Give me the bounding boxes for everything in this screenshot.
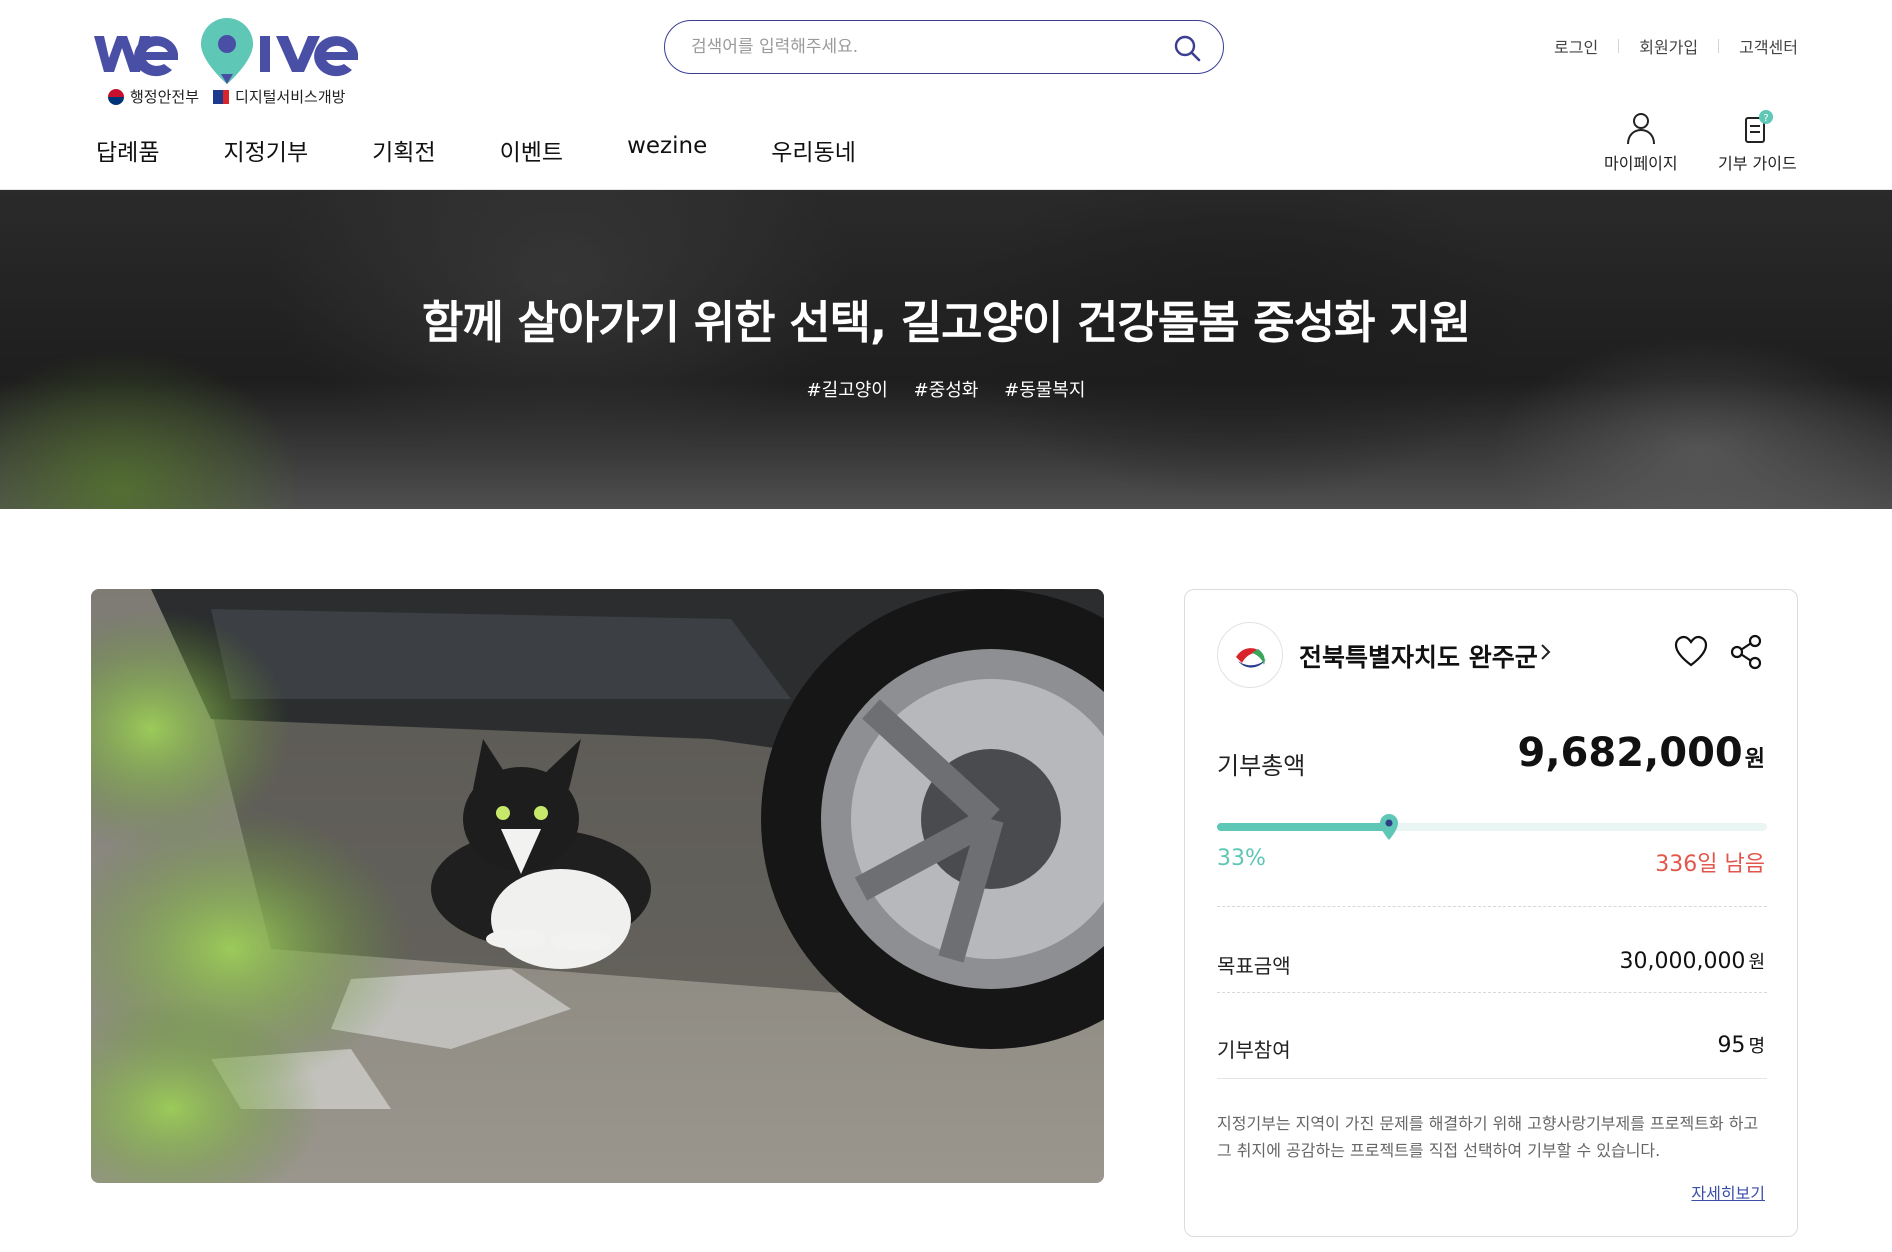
hero-tags: #길고양이 #중성화 #동물복지 [0, 376, 1892, 402]
goal-amount-number: 30,000,000 [1619, 949, 1746, 974]
customer-center-link[interactable]: 고객센터 [1719, 34, 1798, 58]
card-divider [1217, 992, 1767, 993]
progress-percent: 33% [1217, 846, 1266, 871]
total-amount-value: 9,682,000원 [1518, 730, 1765, 776]
total-amount-unit: 원 [1744, 747, 1765, 772]
participants-label: 기부참여 [1217, 1038, 1291, 1062]
mypage-button[interactable]: 마이페이지 [1604, 110, 1678, 174]
cat-under-car-illustration [91, 589, 1104, 1183]
logo-subline: 행정안전부 디지털서비스개방 [108, 86, 345, 107]
heart-icon[interactable] [1673, 634, 1709, 668]
main-nav: 답례품 지정기부 기획전 이벤트 wezine 우리동네 [96, 133, 920, 167]
service-label: 디지털서비스개방 [235, 88, 346, 106]
wanju-emblem-icon [1236, 648, 1266, 668]
nav-item-exhibition[interactable]: 기획전 [372, 133, 435, 167]
digital-service-icon [213, 89, 230, 104]
goal-amount-value: 30,000,000 원 [1619, 948, 1765, 974]
goal-amount-label: 목표금액 [1217, 954, 1291, 978]
gov-label: 행정안전부 [130, 88, 200, 106]
total-amount-label: 기부총액 [1217, 752, 1306, 780]
signup-link[interactable]: 회원가입 [1619, 34, 1718, 58]
days-remaining: 336일 남음 [1655, 852, 1765, 877]
taegeuk-icon [108, 88, 124, 105]
guide-label: 기부 가이드 [1718, 154, 1797, 173]
hero-banner: 함께 살아가기 위한 선택, 길고양이 건강돌봄 중성화 지원 #길고양이 #중… [0, 190, 1892, 509]
participants-number: 95 [1717, 1033, 1746, 1058]
card-divider [1217, 1078, 1767, 1079]
user-icon [1626, 113, 1655, 145]
hero-title: 함께 살아가기 위한 선택, 길고양이 건강돌봄 중성화 지원 [422, 296, 1471, 349]
progress-fill [1217, 823, 1389, 831]
hashtag[interactable]: #길고양이 [807, 380, 888, 401]
participants-value: 95 명 [1717, 1032, 1765, 1058]
utility-links: 로그인 회원가입 고객센터 [1534, 34, 1798, 58]
donation-summary-card: 전북특별자치도 완주군 기부총액 9,682,000원 33% 336일 남음 … [1184, 589, 1798, 1237]
card-divider [1217, 906, 1767, 907]
total-amount-number: 9,682,000 [1517, 730, 1743, 776]
nav-item-neighborhood[interactable]: 우리동네 [771, 133, 856, 167]
designated-donation-note: 지정기부는 지역이 가진 문제를 해결하기 위해 고향사랑기부제를 프로젝트화 … [1217, 1114, 1759, 1160]
hashtag[interactable]: #중성화 [914, 380, 979, 401]
progress-pin-icon [1380, 814, 1398, 840]
goal-amount-unit: 원 [1748, 952, 1765, 973]
donation-guide-button[interactable]: ? 기부 가이드 [1718, 110, 1797, 174]
wegive-logo[interactable]: 행정안전부 디지털서비스개방 [90, 14, 360, 112]
search-bar [664, 20, 1224, 74]
share-icon[interactable] [1729, 634, 1763, 670]
nav-item-gifts[interactable]: 답례품 [96, 133, 159, 167]
hashtag[interactable]: #동물복지 [1004, 380, 1085, 401]
search-input[interactable] [691, 33, 1131, 61]
search-icon[interactable] [1173, 34, 1201, 62]
svg-text:?: ? [1764, 113, 1769, 124]
nav-item-designated-donation[interactable]: 지정기부 [223, 133, 308, 167]
chevron-right-icon[interactable] [1539, 640, 1553, 664]
learn-more-link[interactable]: 자세히보기 [1691, 1180, 1765, 1204]
progress-track [1217, 814, 1767, 840]
nav-item-wezine[interactable]: wezine [627, 133, 707, 167]
site-header: 행정안전부 디지털서비스개방 로그인 회원가입 고객센터 답례품 지정기부 기획… [0, 0, 1892, 190]
mypage-label: 마이페이지 [1604, 154, 1678, 173]
org-emblem[interactable] [1217, 622, 1283, 688]
nav-item-event[interactable]: 이벤트 [500, 133, 563, 167]
org-name-link[interactable]: 전북특별자치도 완주군 [1299, 638, 1538, 674]
participants-unit: 명 [1748, 1036, 1765, 1057]
wegive-logo-mark [94, 18, 358, 84]
login-link[interactable]: 로그인 [1534, 34, 1618, 58]
guide-book-icon: ? [1745, 110, 1774, 143]
project-photo [91, 589, 1104, 1183]
